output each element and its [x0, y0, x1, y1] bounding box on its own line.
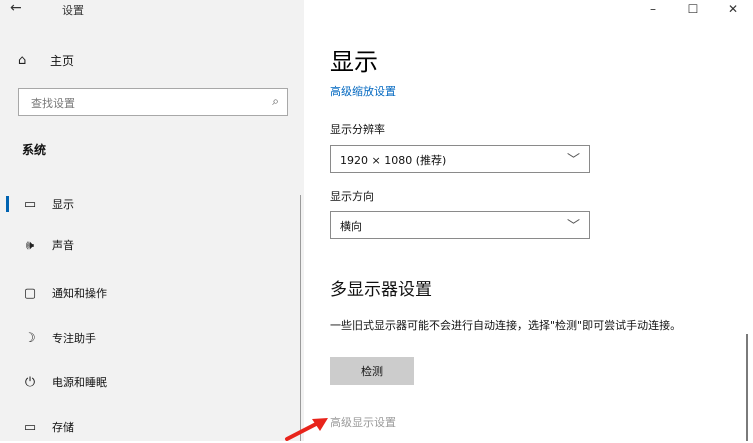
chevron-down-icon: ﹀ [566, 153, 580, 168]
moon-icon: ☽ [24, 330, 36, 346]
multi-display-heading: 多显示器设置 [330, 280, 432, 300]
minimize-icon[interactable]: – [633, 0, 673, 22]
monitor-icon: ▭ [23, 196, 37, 212]
sidebar-item-label: 显示 [52, 198, 74, 211]
back-arrow-icon[interactable]: ← [10, 0, 22, 16]
search-input[interactable] [29, 94, 263, 112]
maximize-icon[interactable]: ☐ [673, 0, 713, 22]
sidebar-item-focus-assist[interactable]: ☽ 专注助手 [0, 322, 300, 354]
resolution-dropdown[interactable]: 1920 × 1080 (推荐) ﹀ [330, 145, 590, 173]
sidebar-item-label: 专注助手 [52, 332, 96, 345]
notification-icon: ▢ [23, 285, 37, 301]
home-icon: ⌂ [18, 53, 27, 68]
orientation-label: 显示方向 [330, 190, 374, 203]
sidebar-scrollbar[interactable] [300, 195, 301, 441]
sidebar-item-label: 声音 [52, 239, 74, 252]
sidebar-item-sound[interactable]: 🕪 声音 [0, 229, 300, 261]
sidebar: ← 设置 ⌂ 主页 ⌕ 系统 ▭ 显示 🕪 声音 ▢ 通知和操作 ☽ 专注助手 … [0, 0, 304, 441]
detect-button[interactable]: 检测 [330, 357, 414, 385]
sidebar-item-label: 通知和操作 [52, 287, 107, 300]
resolution-label: 显示分辨率 [330, 123, 385, 136]
orientation-value: 横向 [340, 220, 362, 233]
selected-indicator [6, 196, 9, 212]
search-box[interactable]: ⌕ [18, 88, 288, 116]
title-bar: ← 设置 [0, 0, 304, 22]
sidebar-item-display[interactable]: ▭ 显示 [0, 188, 300, 220]
advanced-display-link[interactable]: 高级显示设置 [330, 414, 396, 430]
search-icon[interactable]: ⌕ [272, 94, 279, 109]
chevron-down-icon: ﹀ [566, 219, 580, 234]
annotation-arrow-icon [285, 418, 328, 441]
sidebar-item-power-sleep[interactable]: ⏻ 电源和睡眠 [0, 366, 300, 398]
sidebar-item-notifications[interactable]: ▢ 通知和操作 [0, 277, 300, 309]
resolution-value: 1920 × 1080 (推荐) [340, 154, 447, 167]
power-icon: ⏻ [24, 374, 36, 390]
sidebar-item-storage[interactable]: ▭ 存储 [0, 411, 300, 443]
sidebar-item-label: 主页 [50, 54, 75, 68]
close-icon[interactable]: ✕ [713, 0, 753, 22]
app-title: 设置 [62, 4, 84, 17]
page-title: 显示 [330, 48, 378, 76]
sidebar-item-home[interactable]: ⌂ 主页 [18, 52, 74, 69]
sidebar-item-label: 存储 [52, 421, 74, 434]
storage-icon: ▭ [23, 419, 37, 435]
speaker-icon: 🕪 [25, 237, 35, 253]
main-scrollbar[interactable] [746, 334, 748, 441]
sidebar-item-label: 电源和睡眠 [52, 376, 107, 389]
window-controls: – ☐ ✕ [633, 0, 753, 22]
advanced-scaling-link[interactable]: 高级缩放设置 [330, 83, 396, 99]
section-heading: 系统 [22, 143, 47, 157]
multi-display-description: 一些旧式显示器可能不会进行自动连接，选择"检测"即可尝试手动连接。 [330, 319, 682, 332]
orientation-dropdown[interactable]: 横向 ﹀ [330, 211, 590, 239]
